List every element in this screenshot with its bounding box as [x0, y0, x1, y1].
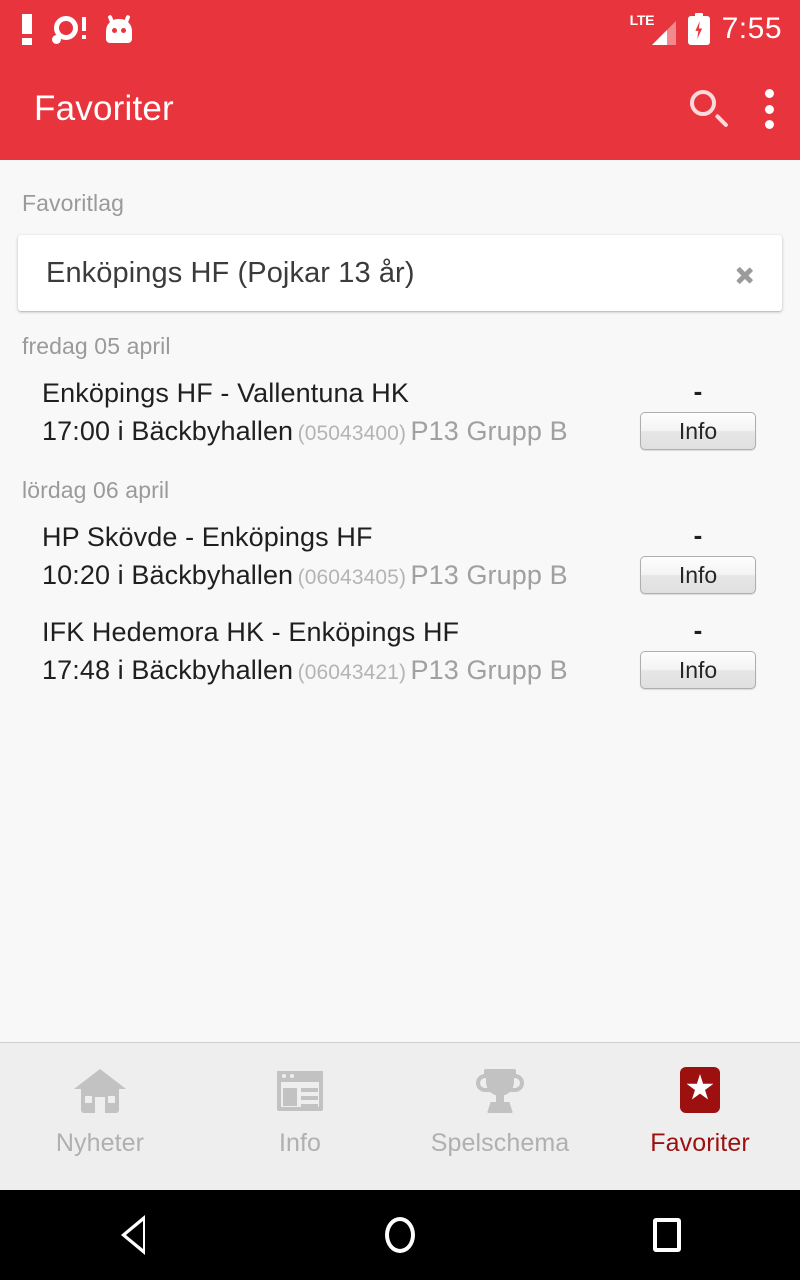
match-meta: 17:00 i Bäckbyhallen (05043400) P13 Grup…: [42, 412, 618, 455]
article-icon: [273, 1065, 327, 1117]
house-icon: [73, 1065, 127, 1117]
match-details: HP Skövde - Enköpings HF 10:20 i Bäckbyh…: [42, 518, 618, 599]
match-score: -: [693, 520, 703, 550]
star-icon: [673, 1065, 727, 1117]
back-triangle-icon: [121, 1215, 146, 1255]
match-id: (05043400): [297, 422, 407, 445]
match-group: P13 Grupp B: [410, 655, 568, 685]
match-meta: 10:20 i Bäckbyhallen (06043405) P13 Grup…: [42, 556, 618, 599]
status-bar: LTE 7:55: [0, 0, 800, 58]
status-bar-system-icons: LTE 7:55: [630, 12, 782, 46]
match-teams: HP Skövde - Enköpings HF: [42, 522, 373, 552]
match-details: IFK Hedemora HK - Enköpings HF 17:48 i B…: [42, 613, 618, 694]
favorite-team-name: Enköpings HF (Pojkar 13 år): [46, 256, 415, 289]
status-bar-notification-icons: [22, 14, 132, 45]
info-button[interactable]: Info: [640, 651, 756, 689]
date-header: fredag 05 april: [22, 333, 171, 359]
match-actions: - Info: [618, 518, 778, 594]
overflow-menu-icon[interactable]: [764, 89, 774, 129]
phone-screen: LTE 7:55 Favoriter Favoritlag Enköpings …: [0, 0, 800, 1280]
search-icon[interactable]: [688, 88, 730, 130]
tab-info[interactable]: Info: [200, 1043, 400, 1190]
table-row[interactable]: IFK Hedemora HK - Enköpings HF 17:48 i B…: [0, 599, 800, 694]
match-group: P13 Grupp B: [410, 560, 568, 590]
app-bar-actions: [688, 88, 774, 130]
match-time-venue: 10:20 i Bäckbyhallen: [42, 560, 294, 590]
match-time-venue: 17:48 i Bäckbyhallen: [42, 655, 294, 685]
status-bar-clock: 7:55: [721, 12, 782, 45]
tab-nyheter[interactable]: Nyheter: [0, 1043, 200, 1190]
match-score: -: [693, 615, 703, 645]
page-title: Favoriter: [34, 89, 174, 128]
match-actions: - Info: [618, 613, 778, 689]
match-group: P13 Grupp B: [410, 416, 568, 446]
tab-favoriter[interactable]: Favoriter: [600, 1043, 800, 1190]
recents-button[interactable]: [533, 1218, 800, 1252]
back-button[interactable]: [0, 1215, 267, 1255]
match-id: (06043405): [297, 566, 407, 589]
lte-signal-icon: LTE: [629, 12, 676, 45]
match-details: Enköpings HF - Vallentuna HK 17:00 i Bäc…: [42, 374, 618, 455]
match-teams: IFK Hedemora HK - Enköpings HF: [42, 617, 460, 647]
match-score: -: [693, 376, 703, 406]
table-row[interactable]: HP Skövde - Enköpings HF 10:20 i Bäckbyh…: [0, 504, 800, 599]
date-header: lördag 06 april: [22, 477, 170, 503]
tab-label: Info: [278, 1129, 322, 1157]
home-circle-icon: [385, 1217, 415, 1253]
android-head-icon: [106, 14, 132, 43]
tab-label: Favoriter: [650, 1129, 750, 1157]
battery-charging-icon: [687, 13, 710, 45]
tab-label: Nyheter: [55, 1129, 145, 1157]
android-navigation-bar: [0, 1190, 800, 1280]
lte-label: LTE: [629, 12, 655, 28]
match-id: (06043421): [297, 661, 407, 684]
main-content: Favoritlag Enköpings HF (Pojkar 13 år) f…: [0, 160, 800, 1042]
info-button[interactable]: Info: [640, 412, 756, 450]
tab-label: Spelschema: [430, 1129, 570, 1157]
match-teams: Enköpings HF - Vallentuna HK: [42, 378, 409, 408]
match-actions: - Info: [618, 374, 778, 450]
chevron-right-icon: [736, 256, 756, 290]
tab-spelschema[interactable]: Spelschema: [400, 1043, 600, 1190]
app-bar: Favoriter: [0, 58, 800, 160]
recents-square-icon: [652, 1218, 681, 1252]
favorite-section-label: Favoritlag: [22, 190, 124, 216]
favorite-team-card[interactable]: Enköpings HF (Pojkar 13 år): [18, 235, 782, 311]
match-time-venue: 17:00 i Bäckbyhallen: [42, 416, 294, 446]
trophy-icon: [473, 1065, 527, 1117]
bottom-tab-bar: Nyheter Info Spelschema Favoriter: [0, 1042, 800, 1190]
disc-alert-icon: [52, 14, 86, 44]
home-button[interactable]: [267, 1217, 534, 1253]
match-meta: 17:48 i Bäckbyhallen (06043421) P13 Grup…: [42, 651, 618, 694]
info-button[interactable]: Info: [640, 556, 756, 594]
table-row[interactable]: Enköpings HF - Vallentuna HK 17:00 i Bäc…: [0, 360, 800, 455]
exclamation-icon: [22, 14, 32, 45]
